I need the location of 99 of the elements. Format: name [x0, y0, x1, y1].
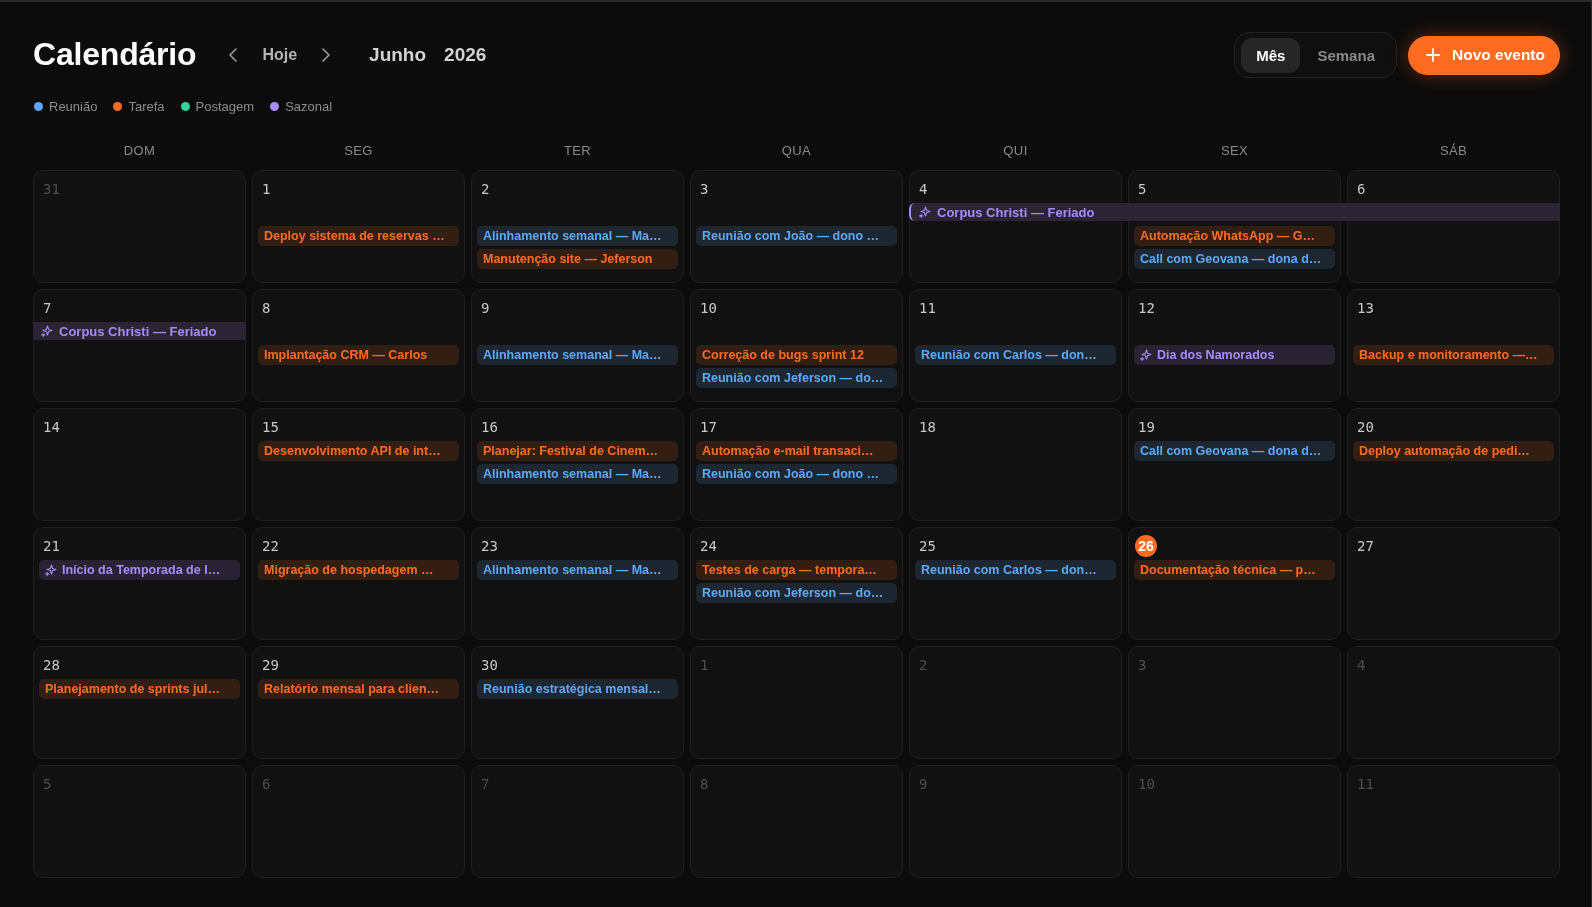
event-chip[interactable]: Deploy automação de pedi…	[1353, 441, 1554, 461]
event-chip[interactable]: Reunião com Jeferson — do…	[696, 583, 897, 603]
legend-label: Postagem	[195, 98, 255, 114]
day-number: 3	[1137, 656, 1148, 675]
day-number: 4	[918, 180, 929, 199]
day-number: 15	[261, 418, 280, 437]
day-number: 22	[261, 537, 280, 556]
event-chip[interactable]: Correção de bugs sprint 12	[696, 345, 897, 365]
event-chip[interactable]: Reunião com Carlos — don…	[915, 345, 1116, 365]
event-chip[interactable]: Backup e monitoramento —…	[1353, 345, 1554, 365]
day-number: 7	[42, 299, 53, 318]
event-chip[interactable]: Documentação técnica — p…	[1134, 560, 1335, 580]
day-number: 10	[1137, 775, 1156, 794]
day-number: 11	[918, 299, 937, 318]
day-number: 21	[42, 537, 61, 556]
weekday-label: SEX	[1219, 142, 1250, 158]
view-tab[interactable]: Mês	[1241, 37, 1301, 73]
day-number: 30	[480, 656, 499, 675]
legend-label: Sazonal	[285, 98, 333, 114]
day-number: 25	[918, 537, 937, 556]
chevron-right-icon	[322, 48, 331, 62]
month-label: Junho	[369, 44, 427, 66]
day-number: 19	[1137, 418, 1156, 437]
page-title: Calendário	[33, 37, 197, 73]
day-number: 29	[261, 656, 280, 675]
day-number: 27	[1356, 537, 1375, 556]
day-number: 17	[699, 418, 718, 437]
day-number: 14	[42, 418, 61, 437]
chevron-left-icon	[229, 48, 238, 62]
weekday-label: SEG	[343, 142, 374, 158]
today-button[interactable]: Hoje	[258, 42, 302, 68]
day-number: 7	[480, 775, 491, 794]
day-number: 2	[480, 180, 491, 199]
day-number: 11	[1356, 775, 1375, 794]
weekday-label: DOM	[122, 142, 157, 158]
event-chip[interactable]: Alinhamento semanal — Ma…	[477, 226, 678, 246]
day-number: 20	[1356, 418, 1375, 437]
event-chip[interactable]: Automação e-mail transaci…	[696, 441, 897, 461]
weekday-label: SÁB	[1438, 142, 1469, 158]
day-number: 23	[480, 537, 499, 556]
event-chip[interactable]: Início da Temporada de I…	[39, 560, 240, 580]
view-tab[interactable]: Semana	[1302, 37, 1390, 73]
event-chip[interactable]: Manutenção site — Jeferson	[477, 249, 678, 269]
new-event-button[interactable]: Novo evento	[1408, 35, 1560, 75]
event-chip[interactable]: Reunião com João — dono …	[696, 464, 897, 484]
weekday-label: QUA	[780, 142, 813, 158]
event-chip[interactable]: Implantação CRM — Carlos	[258, 345, 459, 365]
day-number: 24	[699, 537, 718, 556]
weekday-label: QUI	[1002, 142, 1029, 158]
all-day-event-bar[interactable]: Corpus Christi — Feriado	[33, 322, 246, 340]
event-chip[interactable]: Alinhamento semanal — Ma…	[477, 464, 678, 484]
event-chip[interactable]: Planejamento de sprints jul…	[39, 679, 240, 699]
sparkle-icon	[1140, 349, 1152, 361]
event-chip[interactable]: Migração de hospedagem …	[258, 560, 459, 580]
plus-icon	[1426, 48, 1440, 62]
event-chip[interactable]: Relatório mensal para clien…	[258, 679, 459, 699]
day-number: 1	[699, 656, 710, 675]
event-chip[interactable]: Call com Geovana — dona d…	[1134, 441, 1335, 461]
event-chip[interactable]: Reunião com João — dono …	[696, 226, 897, 246]
day-number: 3	[699, 180, 710, 199]
all-day-event-bar[interactable]: Corpus Christi — Feriado	[909, 203, 1560, 221]
event-chip[interactable]: Automação WhatsApp — G…	[1134, 226, 1335, 246]
sparkle-icon	[41, 325, 53, 337]
legend-label: Reunião	[49, 98, 98, 114]
day-number: 13	[1356, 299, 1375, 318]
event-chip[interactable]: Desenvolvimento API de int…	[258, 441, 459, 461]
event-chip[interactable]: Deploy sistema de reservas …	[258, 226, 459, 246]
weekday-label: TER	[562, 142, 593, 158]
event-chip[interactable]: Call com Geovana — dona d…	[1134, 249, 1335, 269]
sparkle-icon	[45, 564, 57, 576]
day-number: 9	[480, 299, 491, 318]
sparkle-icon	[919, 206, 931, 218]
event-chip[interactable]: Reunião com Jeferson — do…	[696, 368, 897, 388]
day-number: 5	[1137, 180, 1148, 199]
year-label: 2026	[444, 44, 487, 66]
event-chip[interactable]: Testes de carga — tempora…	[696, 560, 897, 580]
legend-label: Tarefa	[128, 98, 165, 114]
day-number: 5	[42, 775, 53, 794]
day-number: 9	[918, 775, 929, 794]
day-number: 31	[42, 180, 61, 199]
day-number: 6	[1356, 180, 1367, 199]
day-number: 2	[918, 656, 929, 675]
event-chip[interactable]: Dia dos Namorados	[1134, 345, 1335, 365]
day-number: 6	[261, 775, 272, 794]
day-number: 10	[699, 299, 718, 318]
event-chip[interactable]: Reunião estratégica mensal…	[477, 679, 678, 699]
day-number: 1	[261, 180, 272, 199]
event-chip[interactable]: Planejar: Festival de Cinem…	[477, 441, 678, 461]
day-number: 16	[480, 418, 499, 437]
day-number: 8	[699, 775, 710, 794]
day-number: 26	[1135, 535, 1157, 557]
day-number: 12	[1137, 299, 1156, 318]
event-chip[interactable]: Alinhamento semanal — Ma…	[477, 345, 678, 365]
day-number: 8	[261, 299, 272, 318]
day-number: 28	[42, 656, 61, 675]
event-chip[interactable]: Alinhamento semanal — Ma…	[477, 560, 678, 580]
day-number: 4	[1356, 656, 1367, 675]
day-number: 18	[918, 418, 937, 437]
event-chip[interactable]: Reunião com Carlos — don…	[915, 560, 1116, 580]
